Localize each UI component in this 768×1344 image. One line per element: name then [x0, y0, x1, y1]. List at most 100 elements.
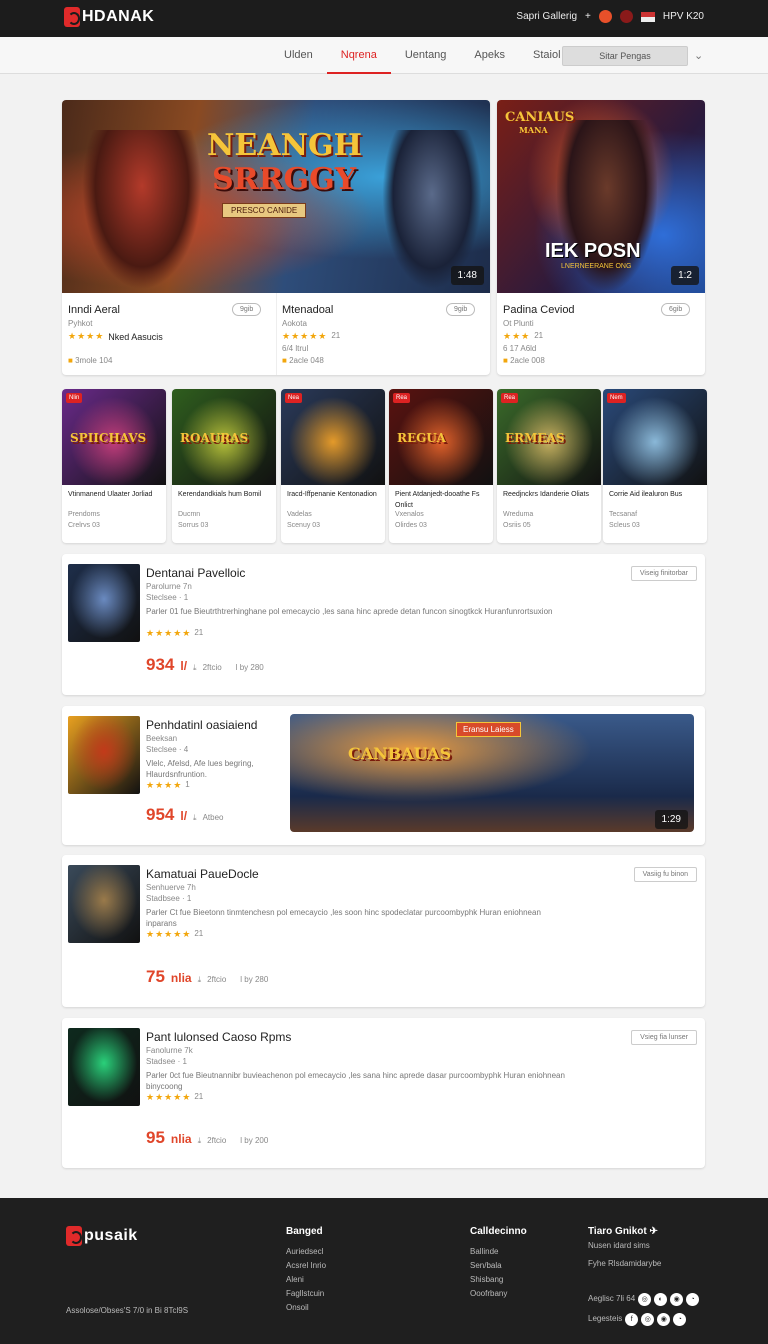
footer-link[interactable]: Aleni	[286, 1273, 326, 1287]
price: 934	[146, 655, 175, 674]
view-button[interactable]: Vasiig fu binon	[633, 867, 697, 882]
thumb-title[interactable]: Kerendandkials hum Bomil	[178, 489, 270, 500]
game-thumb-card[interactable]: Nem Corrie Aid ilealuron Bus Tecsanaf Sc…	[603, 389, 707, 543]
thumb-sub2: Sorrus 03	[178, 522, 209, 529]
star-rating: ★★★★★	[282, 331, 328, 341]
footer-logo[interactable]: pusaik	[66, 1226, 138, 1246]
view-button[interactable]: Viseig finitorbar	[630, 566, 697, 581]
hero-card-main[interactable]: NEANGH SRRGGY PRESCO CANIDE 1:48 Inndi A…	[62, 100, 490, 375]
duration-badge: 1:29	[654, 810, 688, 829]
view-button[interactable]: Vsieg fia lunser	[631, 1030, 697, 1045]
card-title[interactable]: Inndi Aeral	[68, 304, 120, 316]
footer-col-3: Tiaro Gnikot ✈ Nusen idard sims Fyhe Rls…	[588, 1226, 708, 1326]
game-description: Vlelc, Afelsd, Afe lues begring, Hlaurds…	[146, 759, 254, 779]
thumb-title[interactable]: Iracd-Iffpenanie Kentonadion	[287, 489, 379, 500]
side-art-sub: MANA	[519, 125, 548, 135]
game-title[interactable]: Dentanai Pavelloic	[146, 566, 245, 580]
price: 954	[146, 805, 175, 824]
footer-link[interactable]: Sen/bala	[470, 1259, 527, 1273]
meta-1: 2ftcio	[207, 1136, 227, 1145]
notification-icon[interactable]	[598, 10, 612, 23]
card-tag: ■ 3mole 104	[68, 356, 113, 365]
size-pill[interactable]: 9gib	[446, 303, 476, 316]
social-icon[interactable]: ◔	[686, 1292, 700, 1306]
game-list-card[interactable]: Dentanai Pavelloic Parolurne 7n Steclsee…	[62, 554, 705, 695]
hero-card-side[interactable]: CANIAUS MANA IEK POSN LNERNEERANE ONG 1:…	[497, 100, 705, 375]
nav-tab[interactable]: Apeks	[460, 37, 519, 74]
game-thumbnail[interactable]	[68, 1028, 140, 1106]
card-line: 6 17 A6ld	[503, 344, 537, 353]
logo-icon	[66, 1226, 82, 1246]
search-input[interactable]: Sitar Pengas	[562, 46, 688, 66]
game-thumb-card[interactable]: Rea ERMEAS Reedjnckrs Idanderie Oliats W…	[497, 389, 601, 543]
thumb-title[interactable]: Pient Atdanjedt-dooathe Fs Onlict	[395, 489, 487, 511]
facebook-icon[interactable]: f	[625, 1312, 639, 1326]
footer-link[interactable]: Shisbang	[470, 1273, 527, 1287]
game-thumb-card[interactable]: Nea Iracd-Iffpenanie Kentonadion Vadelas…	[281, 389, 385, 543]
thumb-title[interactable]: Reedjnckrs Idanderie Oliats	[503, 489, 595, 500]
nav-tab[interactable]: Uentang	[391, 37, 461, 74]
flag-icon[interactable]	[640, 11, 655, 22]
brand-logo[interactable]: HDANAK	[64, 7, 154, 27]
star-rating: ★★★★★	[146, 628, 192, 638]
hero-image: NEANGH SRRGGY PRESCO CANIDE 1:48	[62, 100, 490, 293]
game-list-card[interactable]: Penhdatinl oasiaiend Beeksan Steclsee · …	[62, 706, 705, 845]
footer-link[interactable]: Acsrel Inrio	[286, 1259, 326, 1273]
game-thumb-card[interactable]: Nlin SPIICHAVS Vtinmanend Ulaater Jorlia…	[62, 389, 166, 543]
rating-row: ★★★★★ 21	[146, 1092, 203, 1103]
footer-link[interactable]: Onsoil	[286, 1301, 326, 1315]
game-title[interactable]: Penhdatinl oasiaiend	[146, 718, 257, 732]
game-title[interactable]: Pant lulonsed Caoso Rpms	[146, 1030, 291, 1044]
card-title-2[interactable]: Mtenadoal	[282, 304, 333, 316]
social-icon[interactable]: ◉	[657, 1312, 671, 1326]
game-thumbnail[interactable]	[68, 564, 140, 642]
footer-link[interactable]: Auriedsecl	[286, 1245, 326, 1259]
featured-banner[interactable]: Eransu Laiess CANBAUAS 1:29	[290, 714, 694, 832]
footer-link[interactable]: Ballinde	[470, 1245, 527, 1259]
game-subtitle: Beeksan	[146, 734, 178, 743]
thumb-title[interactable]: Corrie Aid ilealuron Bus	[609, 489, 701, 500]
divider	[276, 293, 277, 375]
game-thumbnail[interactable]	[68, 716, 140, 794]
nav-tab-active[interactable]: Nqrena	[326, 37, 391, 74]
thumb-art-title: REGUA	[397, 431, 446, 445]
rating-row: ★★★★★ 21	[146, 628, 203, 639]
user-icon[interactable]	[619, 10, 633, 23]
size-pill[interactable]: 9gib	[232, 303, 262, 316]
plus-icon[interactable]: +	[585, 11, 591, 22]
social-icon[interactable]: ◎	[641, 1312, 655, 1326]
game-list-card[interactable]: Kamatuai PaueDocle Senhuerve 7h Stadbsee…	[62, 855, 705, 1007]
card-title[interactable]: Padina Ceviod	[503, 304, 575, 316]
social-icon[interactable]: ◎	[638, 1292, 652, 1306]
nav-tab[interactable]: Ulden	[270, 37, 327, 74]
footer-link[interactable]: Ooofrbany	[470, 1287, 527, 1301]
download-icon: ⤓	[197, 1136, 202, 1145]
footer-heading: Calldecinno	[470, 1226, 527, 1237]
thumb-art-title: ROAURAS	[180, 431, 249, 445]
star-rating: ★★★★★	[146, 929, 192, 939]
download-icon: ⤓	[193, 813, 197, 822]
rating-row-2: ★★★★★ 21	[282, 331, 340, 342]
game-meta: Steclsee · 1	[146, 593, 189, 602]
card-subtitle: Pyhkot	[68, 319, 93, 328]
size-pill[interactable]: 6gib	[661, 303, 691, 316]
game-title[interactable]: Kamatuai PaueDocle	[146, 867, 259, 881]
chevron-down-icon[interactable]: ⌄	[694, 49, 703, 62]
social-icon[interactable]: ◐	[654, 1292, 668, 1306]
thumb-sub: Vadelas	[287, 511, 312, 518]
main-nav: Ulden Nqrena Uentang Apeks Staiol Sitar …	[0, 37, 768, 74]
footer-link[interactable]: Fagllstcuin	[286, 1287, 326, 1301]
game-thumb-card[interactable]: Rea REGUA Pient Atdanjedt-dooathe Fs Onl…	[389, 389, 493, 543]
game-thumbnail[interactable]	[68, 865, 140, 943]
thumb-title[interactable]: Vtinmanend Ulaater Jorliad	[68, 489, 160, 500]
game-meta: Stadsee · 1	[146, 1057, 187, 1066]
rating-label: Nked Aasucis	[108, 331, 163, 342]
region-label[interactable]: HPV K20	[663, 11, 704, 22]
social-icon[interactable]: ◉	[670, 1292, 684, 1306]
price: 95	[146, 1128, 165, 1147]
game-meta: Stadbsee · 1	[146, 894, 192, 903]
game-list-card[interactable]: Pant lulonsed Caoso Rpms Fanolurne 7k St…	[62, 1018, 705, 1168]
header-link[interactable]: Sapri Gallerig	[516, 11, 577, 22]
game-thumb-card[interactable]: ROAURAS Kerendandkials hum Bomil Ducmn S…	[172, 389, 276, 543]
social-icon[interactable]: ◔	[673, 1312, 687, 1326]
